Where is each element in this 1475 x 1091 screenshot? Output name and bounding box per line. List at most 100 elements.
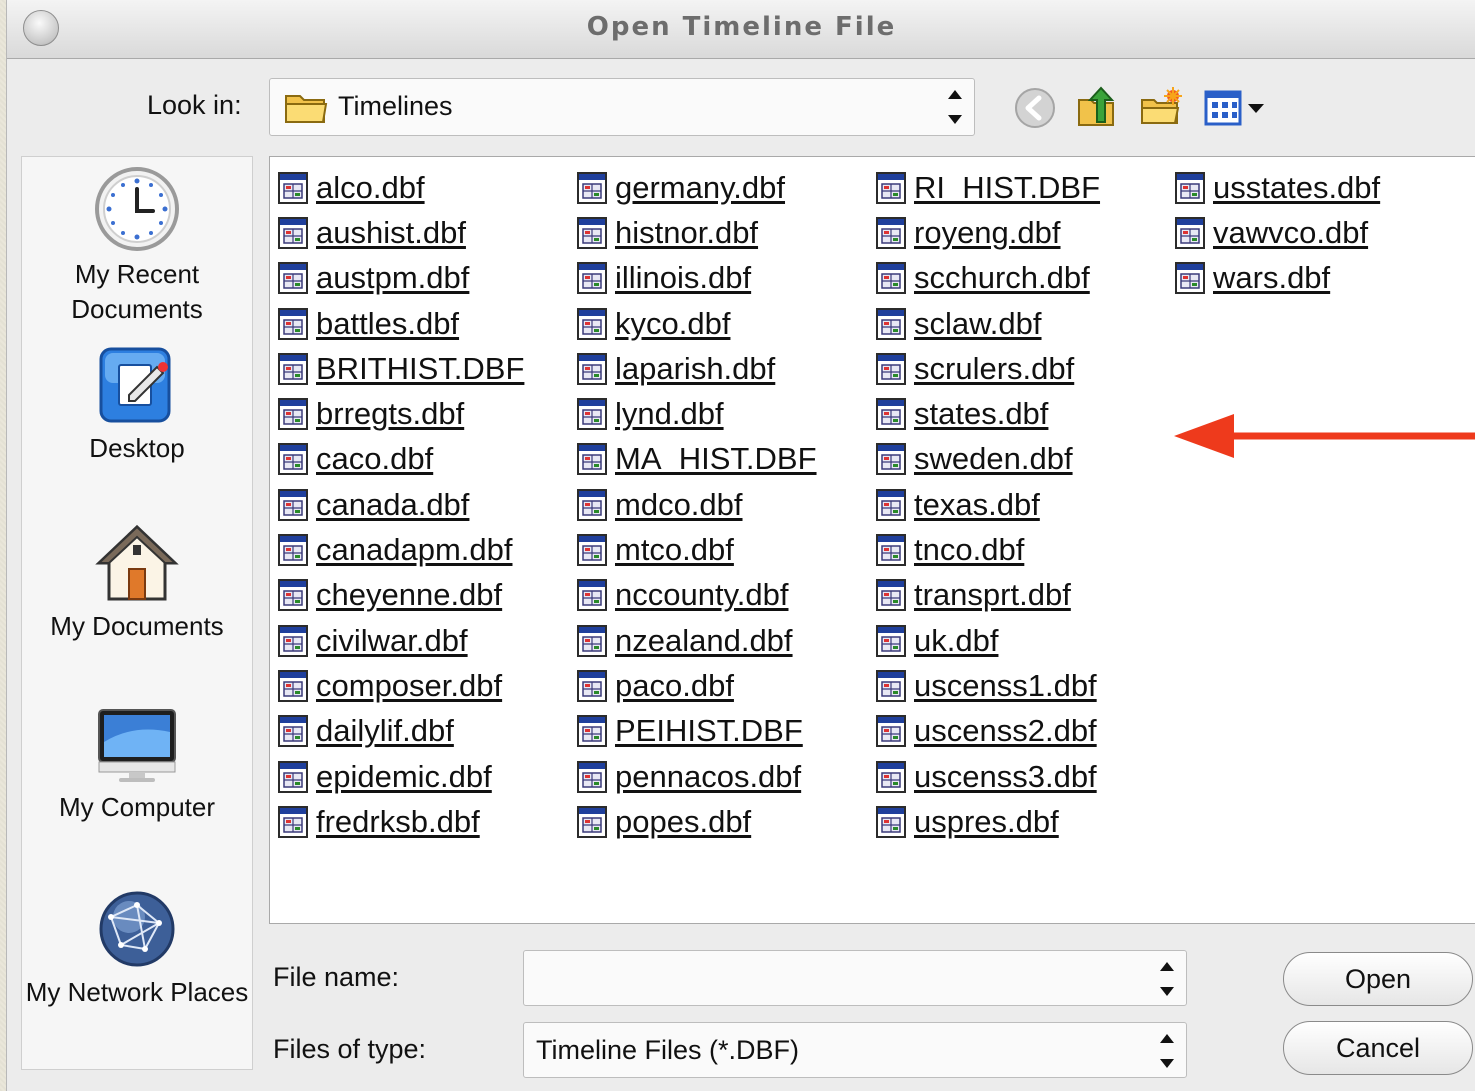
file-column-1: alco.dbf aushist.dbf austpm.dbf battles.dbf…	[278, 165, 524, 844]
file-item[interactable]: fredrksb.dbf	[278, 799, 524, 844]
views-menu-button[interactable]	[1201, 84, 1273, 132]
file-name-stepper-icon[interactable]	[1158, 959, 1176, 999]
file-item[interactable]: vawvco.dbf	[1175, 210, 1380, 255]
file-item[interactable]: canadapm.dbf	[278, 527, 524, 572]
file-name-text: PEIHIST.DBF	[615, 713, 803, 749]
file-name-text: germany.dbf	[615, 169, 786, 205]
file-item[interactable]: lynd.dbf	[577, 391, 817, 436]
file-name-text: uscenss2.dbf	[914, 713, 1097, 749]
file-item[interactable]: sweden.dbf	[876, 437, 1100, 482]
place-desktop[interactable]: Desktop	[22, 343, 252, 466]
file-name-text: epidemic.dbf	[316, 758, 492, 794]
place-my-recent-documents[interactable]: My Recent Documents	[22, 165, 252, 327]
dbf-file-icon	[876, 579, 906, 611]
file-item[interactable]: alco.dbf	[278, 165, 524, 210]
file-type-select[interactable]: Timeline Files (*.DBF)	[523, 1022, 1187, 1078]
file-item[interactable]: mtco.dbf	[577, 527, 817, 572]
file-item[interactable]: pennacos.dbf	[577, 754, 817, 799]
open-button[interactable]: Open	[1283, 952, 1473, 1006]
file-item[interactable]: states.dbf	[876, 391, 1100, 436]
file-item[interactable]: civilwar.dbf	[278, 618, 524, 663]
cancel-button[interactable]: Cancel	[1283, 1021, 1473, 1075]
file-type-value: Timeline Files (*.DBF)	[536, 1035, 800, 1065]
file-item[interactable]: battles.dbf	[278, 301, 524, 346]
dbf-file-icon	[278, 761, 308, 793]
file-item[interactable]: sclaw.dbf	[876, 301, 1100, 346]
file-item[interactable]: transprt.dbf	[876, 573, 1100, 618]
file-item[interactable]: caco.dbf	[278, 437, 524, 482]
dbf-file-icon	[577, 670, 607, 702]
file-item[interactable]: PEIHIST.DBF	[577, 709, 817, 754]
place-label: My Recent Documents	[71, 259, 203, 324]
place-my-network-places[interactable]: My Network Places	[22, 887, 252, 1010]
file-name-text: states.dbf	[914, 396, 1049, 432]
file-name-text: transprt.dbf	[914, 577, 1071, 613]
title-bar[interactable]: Open Timeline File	[7, 0, 1475, 59]
look-in-stepper-icon[interactable]	[946, 87, 964, 127]
file-name-text: brregts.dbf	[316, 396, 465, 432]
file-item[interactable]: kyco.dbf	[577, 301, 817, 346]
file-item[interactable]: canada.dbf	[278, 482, 524, 527]
dbf-file-icon	[876, 715, 906, 747]
file-item[interactable]: scrulers.dbf	[876, 346, 1100, 391]
file-item[interactable]: uk.dbf	[876, 618, 1100, 663]
dbf-file-icon	[876, 398, 906, 430]
place-my-computer[interactable]: My Computer	[22, 702, 252, 825]
file-item[interactable]: popes.dbf	[577, 799, 817, 844]
file-item[interactable]: MA_HIST.DBF	[577, 437, 817, 482]
dbf-file-icon	[577, 217, 607, 249]
file-item[interactable]: texas.dbf	[876, 482, 1100, 527]
dialog-title: Open Timeline File	[586, 12, 897, 42]
file-item[interactable]: laparish.dbf	[577, 346, 817, 391]
file-item[interactable]: mdco.dbf	[577, 482, 817, 527]
file-item[interactable]: wars.dbf	[1175, 256, 1380, 301]
file-item[interactable]: usstates.dbf	[1175, 165, 1380, 210]
file-item[interactable]: histnor.dbf	[577, 210, 817, 255]
up-folder-button[interactable]	[1073, 84, 1121, 132]
file-item[interactable]: scchurch.dbf	[876, 256, 1100, 301]
dbf-file-icon	[577, 489, 607, 521]
file-item[interactable]: uscenss2.dbf	[876, 709, 1100, 754]
file-list[interactable]: alco.dbf aushist.dbf austpm.dbf battles.dbf…	[269, 156, 1475, 924]
file-type-stepper-icon[interactable]	[1158, 1031, 1176, 1071]
file-item[interactable]: illinois.dbf	[577, 256, 817, 301]
file-item[interactable]: RI_HIST.DBF	[876, 165, 1100, 210]
desktop-icon	[99, 347, 171, 423]
file-item[interactable]: nccounty.dbf	[577, 573, 817, 618]
file-item[interactable]: paco.dbf	[577, 663, 817, 708]
dbf-file-icon	[278, 262, 308, 294]
file-item[interactable]: tnco.dbf	[876, 527, 1100, 572]
place-my-documents[interactable]: My Documents	[22, 521, 252, 644]
file-item[interactable]: cheyenne.dbf	[278, 573, 524, 618]
clock-icon	[95, 167, 179, 251]
file-name-text: RI_HIST.DBF	[914, 169, 1101, 205]
file-item[interactable]: nzealand.dbf	[577, 618, 817, 663]
file-item[interactable]: epidemic.dbf	[278, 754, 524, 799]
look-in-value: Timelines	[338, 91, 453, 121]
file-item[interactable]: uscenss1.dbf	[876, 663, 1100, 708]
file-name-text: mdco.dbf	[615, 486, 743, 522]
file-item[interactable]: composer.dbf	[278, 663, 524, 708]
new-folder-button[interactable]	[1137, 84, 1185, 132]
file-item[interactable]: aushist.dbf	[278, 210, 524, 255]
file-item[interactable]: BRITHIST.DBF	[278, 346, 524, 391]
file-name-text: nccounty.dbf	[615, 577, 789, 613]
file-item[interactable]: germany.dbf	[577, 165, 817, 210]
file-item[interactable]: royeng.dbf	[876, 210, 1100, 255]
back-button[interactable]	[1011, 84, 1059, 132]
file-item[interactable]: dailylif.dbf	[278, 709, 524, 754]
dbf-file-icon	[876, 806, 906, 838]
back-arrow-icon	[1015, 88, 1055, 128]
look-in-select[interactable]: Timelines	[269, 78, 975, 136]
dbf-file-icon	[577, 353, 607, 385]
file-name-text: uspres.dbf	[914, 803, 1059, 839]
file-item[interactable]: uspres.dbf	[876, 799, 1100, 844]
file-name-text: vawvco.dbf	[1213, 214, 1369, 250]
file-item[interactable]: austpm.dbf	[278, 256, 524, 301]
file-name-text: mtco.dbf	[615, 532, 734, 568]
file-item[interactable]: uscenss3.dbf	[876, 754, 1100, 799]
file-name-text: texas.dbf	[914, 486, 1040, 522]
file-name-text: caco.dbf	[316, 441, 434, 477]
file-item[interactable]: brregts.dbf	[278, 391, 524, 436]
file-name-input[interactable]	[523, 950, 1187, 1006]
